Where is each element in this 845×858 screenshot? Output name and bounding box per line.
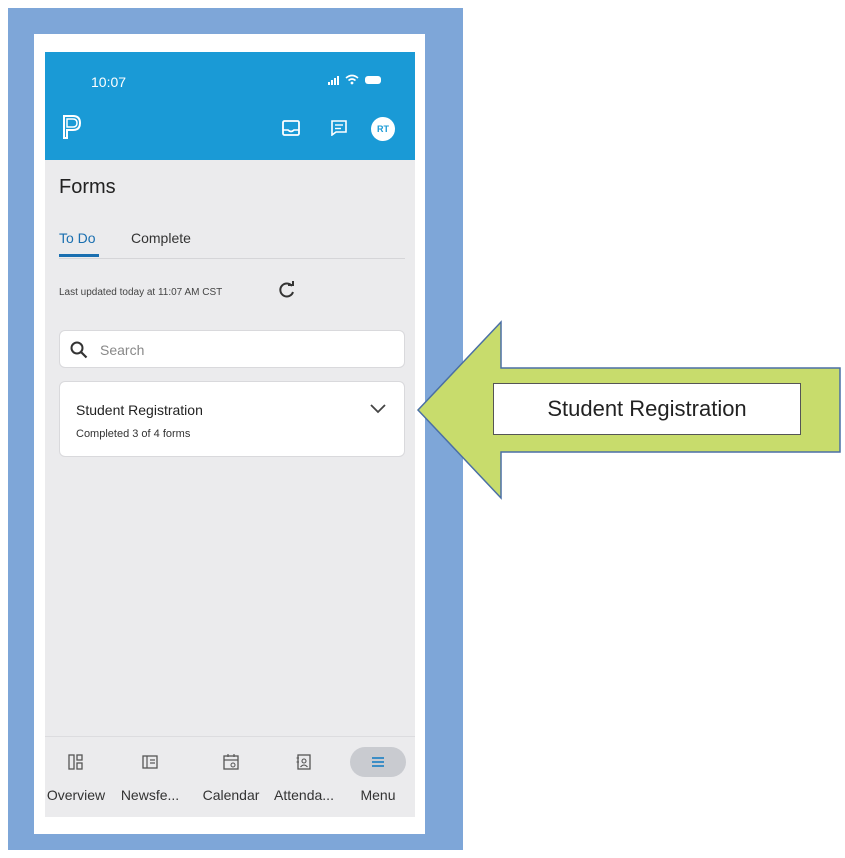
wifi-icon: [345, 74, 359, 85]
powerschool-logo-icon: [63, 115, 82, 139]
search-input[interactable]: [98, 339, 382, 361]
attendance-icon: [296, 754, 311, 770]
nav-calendar[interactable]: Calendar: [194, 737, 268, 817]
status-time: 10:07: [91, 74, 127, 90]
nav-newsfeed[interactable]: Newsfe...: [113, 737, 187, 817]
nav-label-overview: Overview: [46, 787, 106, 803]
nav-attendance[interactable]: Attenda...: [267, 737, 341, 817]
nav-overview[interactable]: Overview: [45, 737, 113, 817]
form-card-student-registration[interactable]: Student Registration Completed 3 of 4 fo…: [59, 381, 405, 457]
menu-icon: [372, 757, 384, 767]
active-tab-indicator: [59, 254, 99, 257]
tab-complete[interactable]: Complete: [131, 230, 191, 246]
last-updated-text: Last updated today at 11:07 AM CST: [59, 287, 223, 298]
calendar-icon: [223, 754, 239, 770]
nav-label-calendar: Calendar: [202, 787, 260, 803]
status-icons: [328, 74, 381, 85]
nav-label-menu: Menu: [360, 787, 396, 803]
app-header: 10:07 RT: [45, 52, 415, 160]
nav-label-newsfeed: Newsfe...: [120, 787, 180, 803]
form-card-title: Student Registration: [76, 402, 203, 418]
nav-label-attendance: Attenda...: [274, 787, 334, 803]
message-icon[interactable]: [330, 120, 348, 136]
tab-bar: To Do Complete: [59, 230, 405, 259]
chevron-down-icon[interactable]: [370, 404, 386, 414]
search-icon: [70, 341, 88, 359]
newsfeed-icon: [142, 755, 158, 769]
phone-screen: 10:07 RT Forms To Do Complete Last updat…: [45, 52, 415, 817]
callout-label: Student Registration: [493, 383, 801, 435]
inbox-icon[interactable]: [282, 120, 300, 136]
nav-menu[interactable]: Menu: [341, 737, 415, 817]
overview-icon: [68, 754, 83, 770]
refresh-icon[interactable]: [278, 281, 296, 299]
signal-icon: [328, 75, 339, 85]
form-card-progress: Completed 3 of 4 forms: [76, 428, 191, 440]
battery-icon: [365, 75, 381, 84]
page-title: Forms: [59, 176, 116, 198]
avatar[interactable]: RT: [371, 117, 395, 141]
search-box[interactable]: [59, 330, 405, 368]
bottom-nav: Overview Newsfe... Calendar Attenda... M…: [45, 736, 415, 817]
tab-to-do[interactable]: To Do: [59, 230, 96, 246]
